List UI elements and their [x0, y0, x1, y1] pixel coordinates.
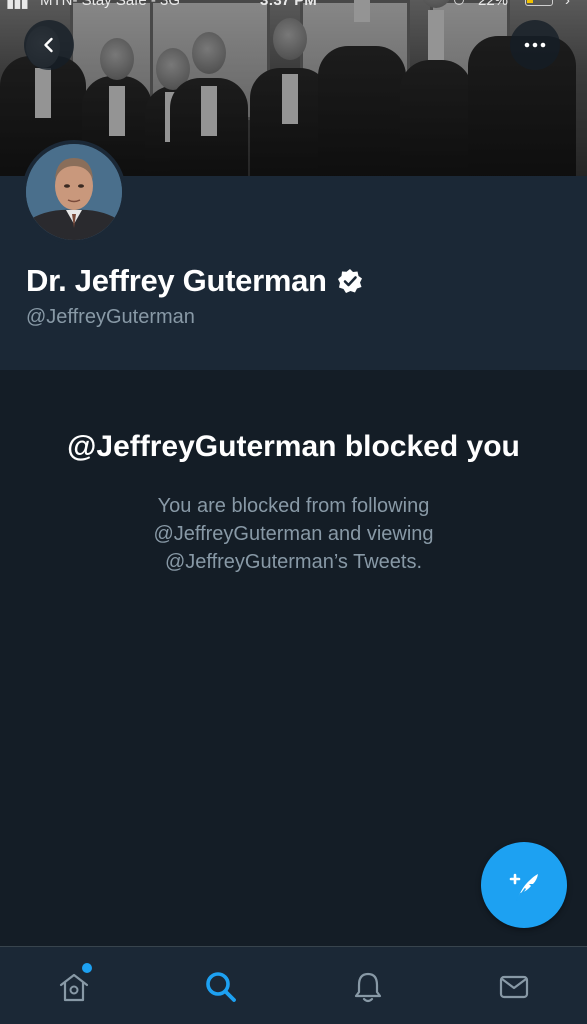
tab-bar [0, 946, 587, 1024]
profile-avatar[interactable] [22, 140, 126, 244]
display-name: Dr. Jeffrey Guterman [26, 263, 327, 298]
search-icon [206, 972, 236, 1002]
verified-badge-icon [337, 269, 362, 293]
home-icon [59, 973, 89, 1002]
blocked-description: You are blocked from following @JeffreyG… [153, 495, 434, 573]
compose-tweet-button[interactable] [481, 842, 567, 928]
blocked-title: @JeffreyGuterman blocked you [67, 430, 520, 463]
profile-handle: @JeffreyGuterman [26, 306, 195, 328]
battery-percent: 22% [478, 0, 509, 9]
status-time: 3:37 PM [260, 0, 317, 9]
back-button[interactable] [24, 20, 74, 70]
name-row: Dr. Jeffrey Guterman [26, 263, 363, 299]
rotation-lock-icon [454, 0, 464, 5]
more-options-button[interactable] [510, 20, 560, 70]
ellipsis-icon [524, 42, 546, 48]
bell-icon [354, 972, 382, 1003]
avatar-portrait [26, 144, 122, 240]
chevron-left-icon [44, 37, 53, 53]
location-arrow-icon: › [565, 0, 570, 9]
home-notification-dot [82, 963, 92, 973]
compose-feather-icon [509, 873, 538, 901]
status-bar: ▮▮▮ MTN- Stay Safe - 3G 3:37 PM 22% › [0, 0, 587, 12]
carrier-label: MTN- Stay Safe - 3G [40, 0, 181, 9]
tab-search[interactable] [203, 969, 239, 1005]
battery-icon [525, 0, 553, 6]
mail-icon [499, 975, 529, 999]
tab-messages[interactable] [496, 969, 532, 1005]
tab-notifications[interactable] [350, 969, 386, 1005]
blocked-message: @JeffreyGuterman blocked you You are blo… [0, 370, 587, 576]
signal-icon: ▮▮▮ [6, 0, 29, 11]
tab-home[interactable] [56, 969, 92, 1005]
